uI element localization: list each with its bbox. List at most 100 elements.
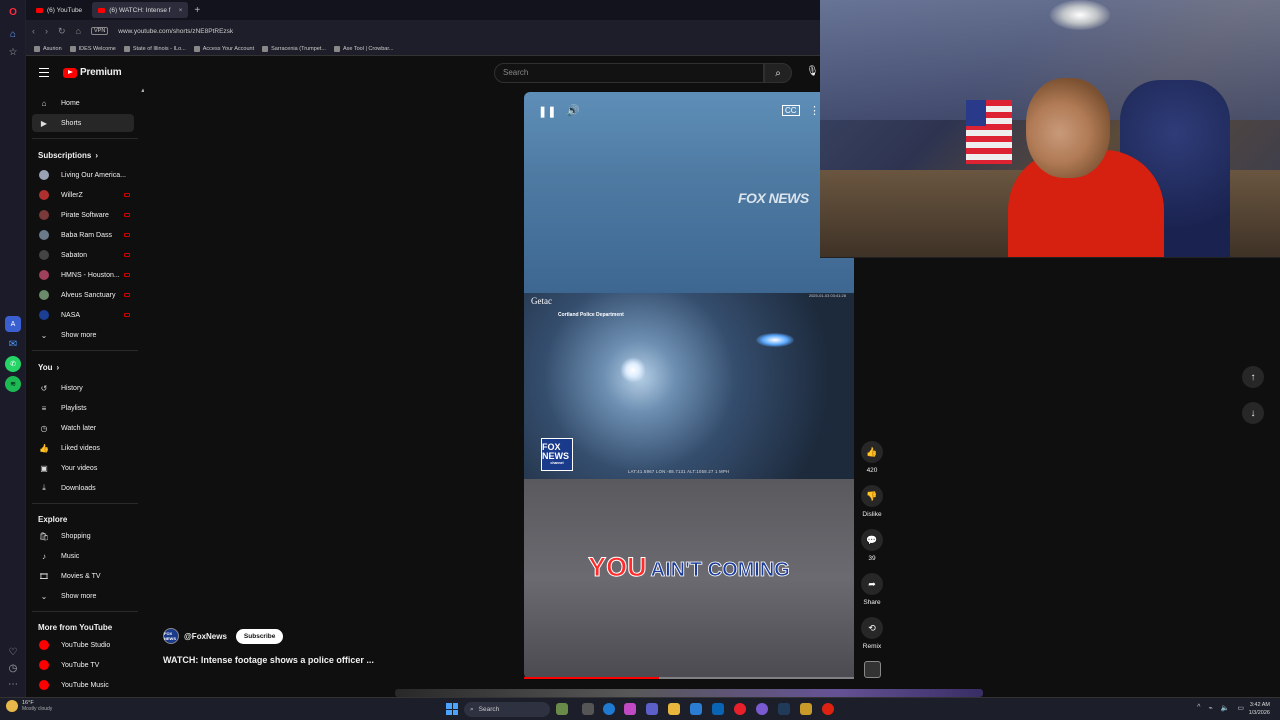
taskbar-app-icon[interactable] bbox=[556, 703, 568, 715]
sidebar-item-subscription[interactable]: Alveus Sanctuary bbox=[32, 286, 134, 304]
spotify-icon[interactable]: ≋ bbox=[5, 376, 21, 392]
like-button[interactable]: 👍 bbox=[861, 441, 883, 463]
weather-icon bbox=[6, 700, 18, 712]
new-tab-icon[interactable]: + bbox=[194, 5, 200, 16]
volume-icon[interactable]: 🔊 bbox=[566, 104, 580, 117]
messenger-icon[interactable]: ✉ bbox=[5, 336, 21, 352]
sidebar-item-shorts[interactable]: ▶ Shorts bbox=[32, 114, 134, 132]
close-tab-icon[interactable]: × bbox=[179, 7, 183, 14]
weather-widget[interactable]: 16°F Mostly cloudy bbox=[6, 700, 52, 712]
bookmark-item[interactable]: State of Illinois - ILo... bbox=[123, 45, 186, 52]
store-icon[interactable] bbox=[690, 703, 702, 715]
sidebar-item-shopping[interactable]: 🛍 Shopping bbox=[32, 527, 134, 545]
sidebar-item-youtube-tv[interactable]: YouTube TV bbox=[32, 656, 134, 674]
back-icon[interactable]: ‹ bbox=[32, 26, 35, 36]
opera-logo-icon[interactable]: O bbox=[5, 4, 21, 20]
sidebar-item-history[interactable]: ↺ History bbox=[32, 379, 134, 397]
sidebar-item-watch-later[interactable]: ◷ Watch later bbox=[32, 419, 134, 437]
sidebar-item-youtube-music[interactable]: YouTube Music bbox=[32, 676, 134, 694]
discord-icon[interactable] bbox=[756, 703, 768, 715]
task-view-icon[interactable] bbox=[582, 703, 594, 715]
sidebar-item-subscription[interactable]: Living Our America... bbox=[32, 166, 134, 184]
comments-button[interactable]: 💬 bbox=[861, 529, 883, 551]
sidebar-item-downloads[interactable]: ⤓ Downloads bbox=[32, 479, 134, 497]
sidebar-item-your-videos[interactable]: ▣ Your videos bbox=[32, 459, 134, 477]
share-button[interactable]: ➦ bbox=[861, 573, 883, 595]
outlook-icon[interactable] bbox=[712, 703, 724, 715]
search-button[interactable]: ⌕ bbox=[764, 63, 792, 83]
sidebar-item-subscription[interactable]: HMNS - Houston... bbox=[32, 266, 134, 284]
bookmark-item[interactable]: IDES Welcome bbox=[69, 45, 116, 52]
speaker-icon[interactable]: 🔈 bbox=[1221, 704, 1230, 712]
bookmarks-icon[interactable]: ☆ bbox=[5, 44, 21, 60]
bookmark-item[interactable]: Sarracenia (Trumpet... bbox=[262, 45, 326, 52]
sidebar-item-subscription[interactable]: Sabaton bbox=[32, 246, 134, 264]
pause-icon[interactable]: ❚❚ bbox=[538, 105, 556, 118]
bookmark-item[interactable]: Axe Tool | Crowbar... bbox=[333, 45, 393, 52]
file-explorer-icon[interactable] bbox=[668, 703, 680, 715]
more-icon[interactable]: ⋯ bbox=[5, 676, 21, 692]
copilot-icon[interactable] bbox=[624, 703, 636, 715]
bookmark-item[interactable]: Asurion bbox=[34, 45, 62, 52]
sidebar-item-show-more[interactable]: ⌄ Show more bbox=[32, 587, 134, 605]
tab-watch[interactable]: (6) WATCH: Intense f × bbox=[92, 2, 189, 18]
browser-sidebar: O ⌂ ☆ A ✉ ✆ ≋ ♡ ◷ ⋯ bbox=[0, 0, 26, 697]
sidebar-item-subscription[interactable]: NASA bbox=[32, 306, 134, 324]
sidebar-item-subscription[interactable]: WillerZ bbox=[32, 186, 134, 204]
video-progress-bar[interactable] bbox=[524, 677, 854, 679]
aria-icon[interactable]: A bbox=[5, 316, 21, 332]
sidebar-item-youtube-studio[interactable]: YouTube Studio bbox=[32, 636, 134, 654]
remix-button[interactable]: ⟲ bbox=[861, 617, 883, 639]
speed-dial-icon[interactable]: ⌂ bbox=[5, 26, 21, 42]
sidebar-item-subscription[interactable]: Pirate Software bbox=[32, 206, 134, 224]
subscribe-button[interactable]: Subscribe bbox=[235, 628, 284, 644]
game-app-icon[interactable] bbox=[800, 703, 812, 715]
recorder-icon[interactable] bbox=[822, 703, 834, 715]
scroll-up-icon[interactable]: ▲ bbox=[140, 88, 144, 94]
captions-icon[interactable]: CC bbox=[782, 105, 800, 116]
youtube-logo[interactable]: Premium bbox=[63, 67, 122, 78]
channel-name[interactable]: @FoxNews bbox=[184, 632, 227, 641]
sidebar-item-home[interactable]: ⌂ Home bbox=[32, 94, 134, 112]
opera-icon[interactable] bbox=[734, 703, 746, 715]
tray-chevron-icon[interactable]: ^ bbox=[1197, 704, 1200, 712]
shorts-video-player[interactable]: ❚❚ 🔊 CC ⋮ FOX NEWS Getac Cortland Police… bbox=[524, 92, 854, 679]
menu-icon[interactable] bbox=[39, 68, 49, 77]
you-heading[interactable]: You › bbox=[38, 363, 59, 372]
network-icon[interactable]: ⌁ bbox=[1208, 704, 1212, 712]
microphone-icon[interactable]: 🎙 bbox=[806, 66, 819, 77]
channel-avatar[interactable]: FOX NEWS bbox=[163, 628, 179, 644]
teams-icon[interactable] bbox=[646, 703, 658, 715]
tab-youtube[interactable]: (6) YouTube bbox=[30, 2, 88, 18]
next-short-button[interactable]: ↓ bbox=[1242, 402, 1264, 424]
subscriptions-heading[interactable]: Subscriptions › bbox=[38, 151, 98, 160]
vpn-badge[interactable]: VPN bbox=[90, 27, 109, 35]
horizontal-scroll-strip[interactable] bbox=[395, 689, 983, 697]
dislike-button[interactable]: 👎 bbox=[861, 485, 883, 507]
edge-icon[interactable] bbox=[603, 703, 615, 715]
forward-icon[interactable]: › bbox=[45, 26, 48, 36]
sidebar-item-subscription[interactable]: Baba Ram Dass bbox=[32, 226, 134, 244]
sidebar-item-playlists[interactable]: ≡ Playlists bbox=[32, 399, 134, 417]
windows-start-icon[interactable] bbox=[446, 703, 458, 715]
taskbar-search[interactable]: ⌕ Search bbox=[464, 702, 550, 717]
clock[interactable]: 3:42 AM 1/3/2026 bbox=[1249, 701, 1270, 717]
sidebar-item-music[interactable]: ♪ Music bbox=[32, 547, 134, 565]
reload-icon[interactable]: ↻ bbox=[58, 26, 66, 37]
previous-short-button[interactable]: ↑ bbox=[1242, 366, 1264, 388]
home-nav-icon[interactable]: ⌂ bbox=[76, 26, 81, 36]
sidebar-item-liked-videos[interactable]: 👍 Liked videos bbox=[32, 439, 134, 457]
video-title[interactable]: WATCH: Intense footage shows a police of… bbox=[163, 655, 374, 665]
sound-thumbnail[interactable] bbox=[864, 661, 881, 678]
steam-icon[interactable] bbox=[778, 703, 790, 715]
more-options-icon[interactable]: ⋮ bbox=[809, 104, 820, 117]
search-input[interactable]: Search bbox=[494, 63, 764, 83]
sidebar-item-movies[interactable]: 🎞 Movies & TV bbox=[32, 567, 134, 585]
display-icon[interactable]: ▭ bbox=[1237, 704, 1244, 712]
history-clock-icon[interactable]: ◷ bbox=[5, 660, 21, 676]
heart-icon[interactable]: ♡ bbox=[5, 644, 21, 660]
sidebar-item-show-more[interactable]: ⌄ Show more bbox=[32, 326, 134, 344]
bookmark-item[interactable]: Access Your Account bbox=[193, 45, 254, 52]
url-field[interactable]: www.youtube.com/shorts/zNE8PtREzsk bbox=[118, 28, 233, 35]
whatsapp-icon[interactable]: ✆ bbox=[5, 356, 21, 372]
